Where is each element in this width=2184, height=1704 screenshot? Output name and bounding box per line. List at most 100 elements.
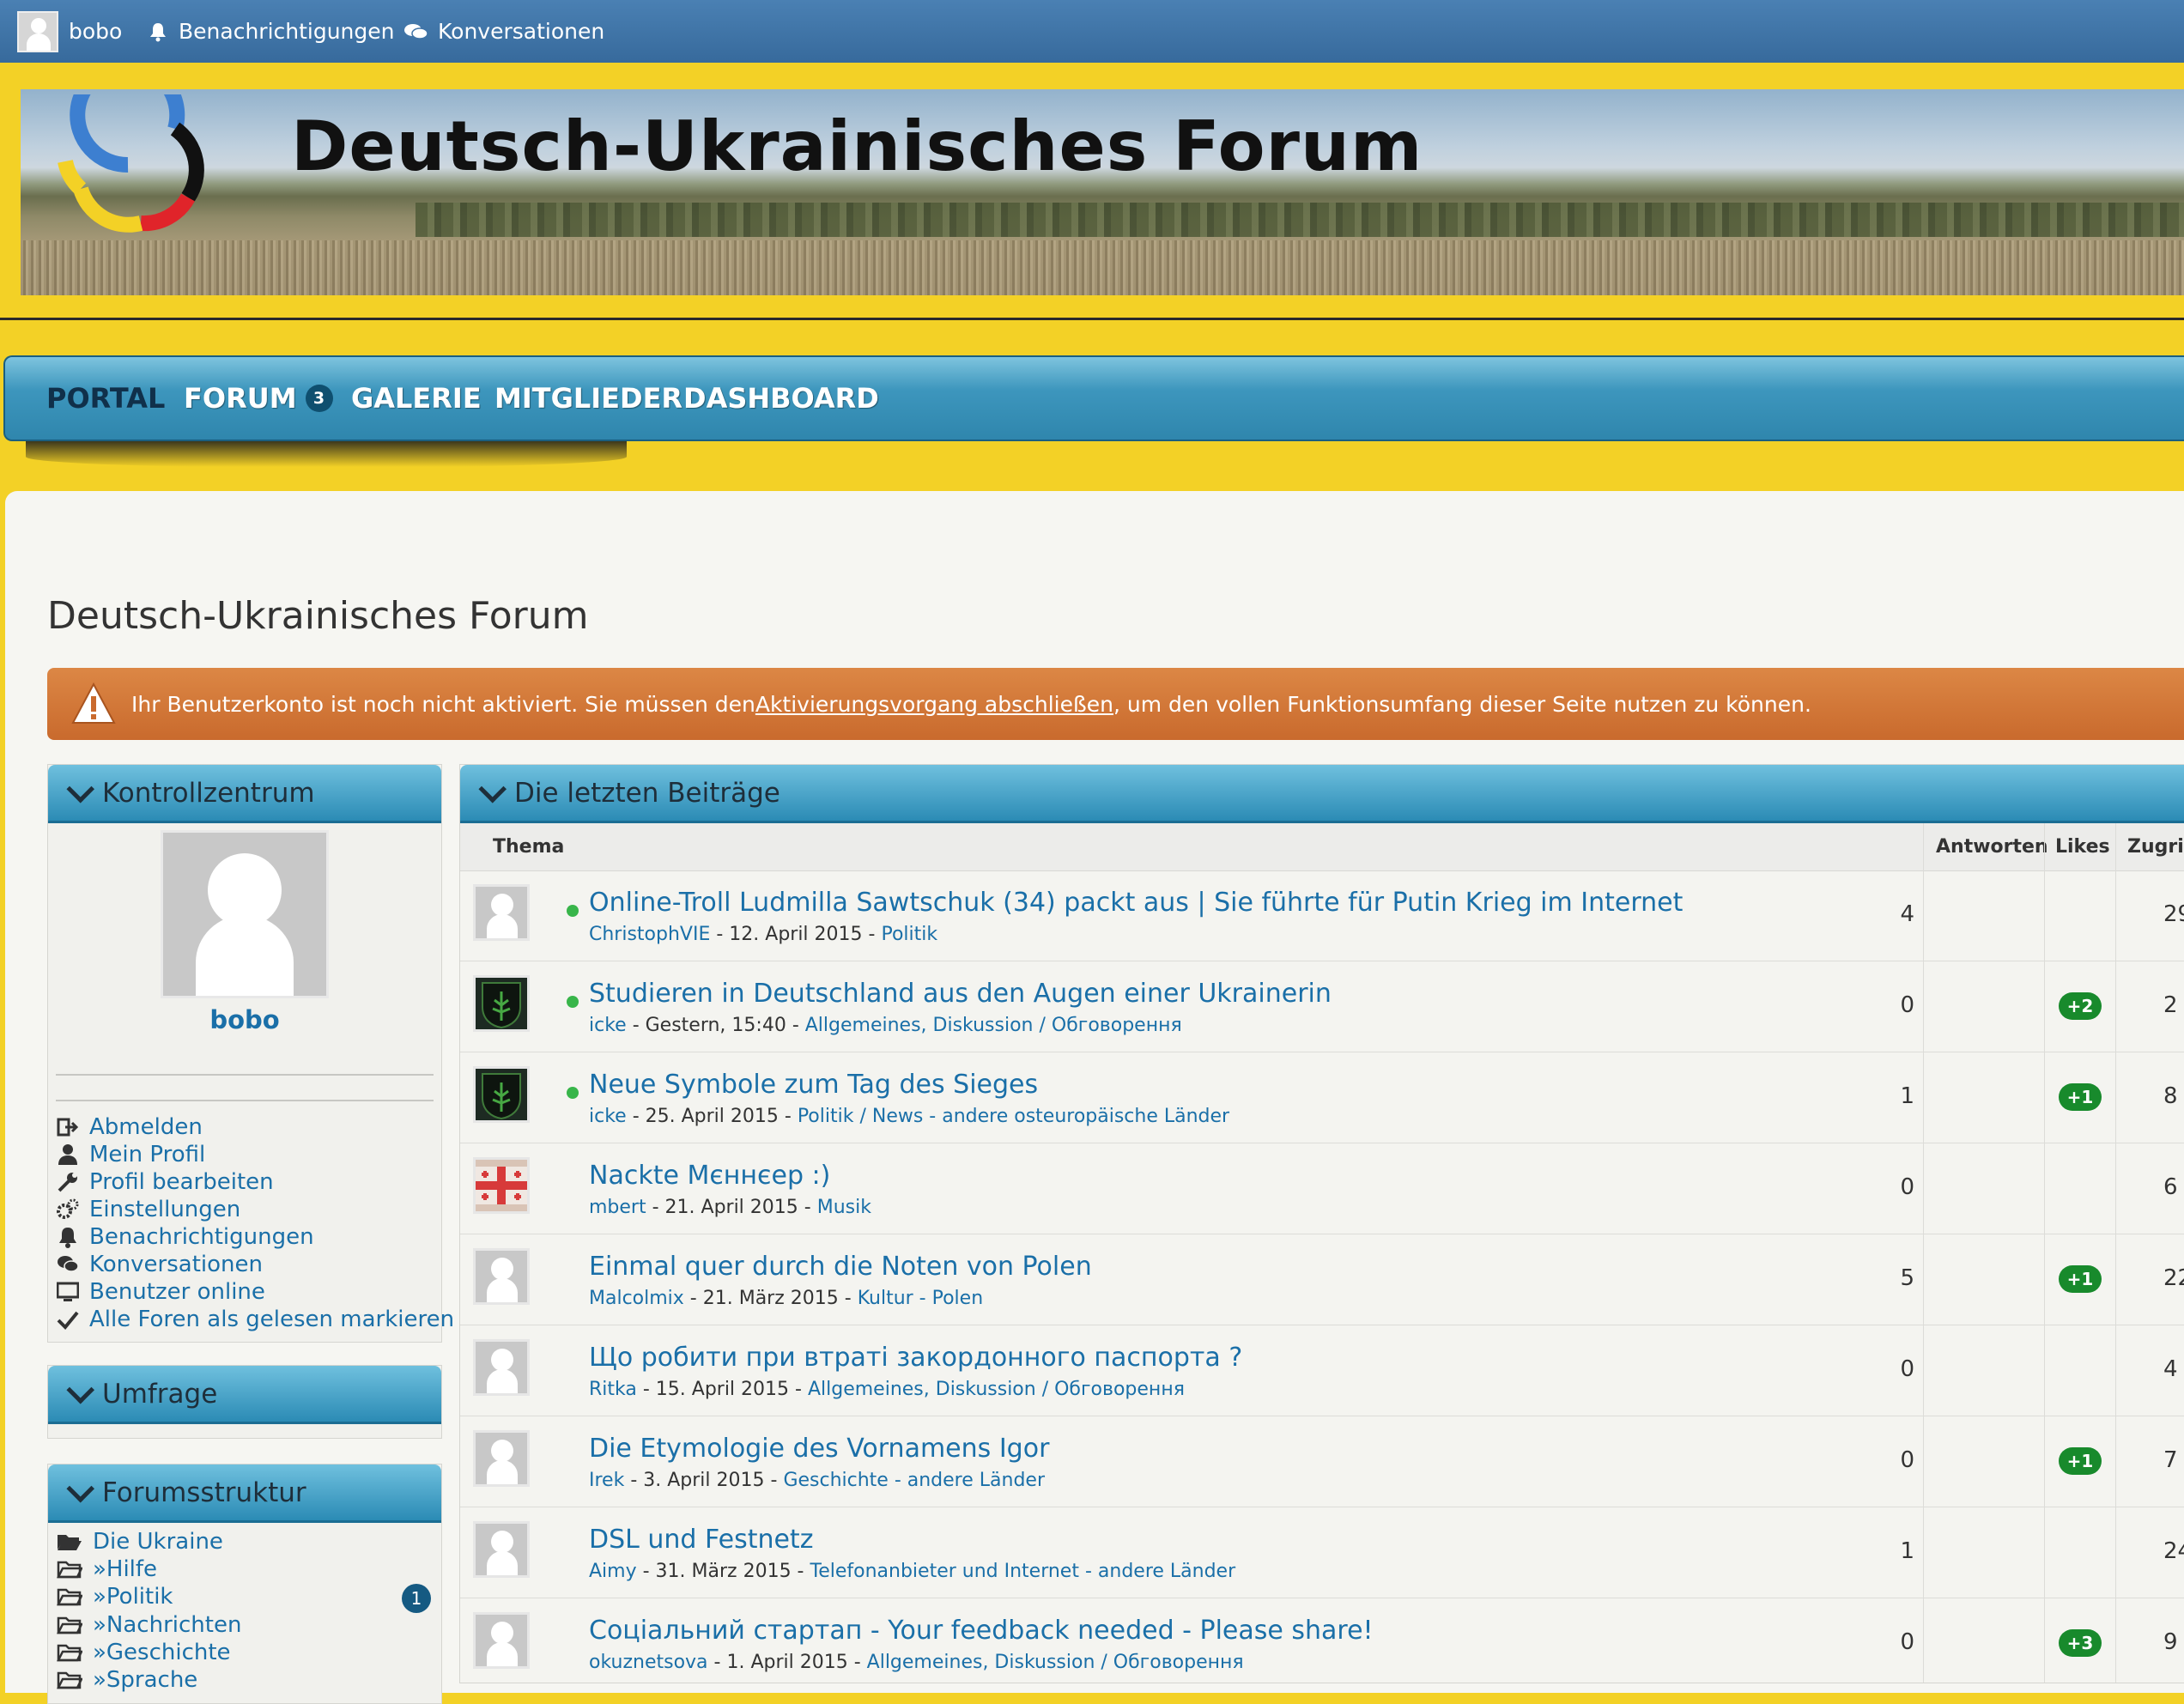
thread-title[interactable]: Studieren in Deutschland aus den Augen e…	[589, 979, 1332, 1009]
thread-meta: ChristophVIE - 12. April 2015 - Politik	[589, 924, 937, 945]
conversations-link[interactable]: Konversationen	[403, 0, 604, 63]
thread-author[interactable]: mbert	[589, 1197, 646, 1218]
menu-konversationen[interactable]: Konversationen	[57, 1251, 263, 1278]
column-likes[interactable]: Likes	[2055, 823, 2110, 870]
thread-category[interactable]: Musik	[817, 1197, 871, 1218]
thread-meta: okuznetsova - 1. April 2015 - Allgemeine…	[589, 1652, 1244, 1673]
user-menu[interactable]: bobo	[17, 0, 122, 63]
thread-category[interactable]: Politik	[881, 924, 937, 945]
banner-field	[21, 240, 2184, 295]
thread-title[interactable]: Neue Symbole zum Tag des Sieges	[589, 1070, 1038, 1100]
table-row[interactable]: Що робити при втраті закордонного паспор…	[460, 1325, 2184, 1416]
profile-username[interactable]: bobo	[48, 1005, 441, 1034]
menu-benutzer-online[interactable]: Benutzer online	[57, 1278, 265, 1306]
thread-author[interactable]: Aimy	[589, 1561, 637, 1582]
thread-author[interactable]: Malcolmix	[589, 1288, 684, 1309]
user-avatar	[17, 10, 58, 52]
folder-icon	[57, 1671, 82, 1689]
thread-title[interactable]: Online-Troll Ludmilla Sawtschuk (34) pac…	[589, 888, 1683, 918]
forum-politik[interactable]: »Politik	[57, 1583, 434, 1610]
column-replies[interactable]: Antworten	[1936, 823, 2048, 870]
thread-title[interactable]: Einmal quer durch die Noten von Polen	[589, 1252, 1092, 1282]
profile-avatar[interactable]	[161, 830, 329, 998]
thread-avatar[interactable]	[473, 1612, 530, 1669]
banner-treeline	[416, 203, 2184, 237]
notifications-link[interactable]: Benachrichtigungen	[148, 0, 395, 63]
thread-author[interactable]: Irek	[589, 1470, 624, 1491]
page-title: Deutsch-Ukrainisches Forum	[47, 594, 589, 638]
thread-category[interactable]: Kultur - Polen	[858, 1288, 983, 1309]
forum-structure-header[interactable]: Forumsstruktur	[48, 1464, 441, 1523]
thread-title[interactable]: Що робити при втраті закордонного паспор…	[589, 1343, 1242, 1373]
chevron-down-icon	[66, 1474, 95, 1503]
tab-dashboard[interactable]: DASHBOARD	[683, 357, 879, 440]
forum-hilfe[interactable]: »Hilfe	[57, 1555, 157, 1583]
menu-label: Abmelden	[89, 1114, 203, 1140]
view-count: 7	[2163, 1447, 2178, 1473]
folder-icon	[57, 1561, 82, 1579]
activation-link[interactable]: Aktivierungsvorgang abschließen	[755, 692, 1113, 717]
thread-avatar[interactable]	[473, 1248, 530, 1305]
table-row[interactable]: Neue Symbole zum Tag des Sieges icke - 25…	[460, 1052, 2184, 1143]
menu-abmelden[interactable]: Abmelden	[57, 1113, 203, 1141]
tab-portal[interactable]: PORTAL	[46, 357, 165, 440]
reply-count: 0	[1900, 1447, 1914, 1473]
tab-mitglieder[interactable]: MITGLIEDER	[494, 357, 682, 440]
banner[interactable]: Deutsch-Ukrainisches Forum	[21, 89, 2184, 295]
thread-avatar[interactable]	[473, 975, 530, 1032]
poll-header[interactable]: Umfrage	[48, 1366, 441, 1424]
user-bar: bobo Benachrichtigungen Konversationen	[0, 0, 2184, 63]
column-topic[interactable]: Thema	[493, 823, 564, 870]
reply-count: 0	[1900, 992, 1914, 1018]
new-post-indicator	[567, 996, 579, 1008]
menu-alle-gelesen[interactable]: Alle Foren als gelesen markieren	[57, 1306, 454, 1333]
thread-category[interactable]: Allgemeines, Diskussion / Обговорення	[805, 1015, 1182, 1036]
thread-avatar[interactable]	[473, 884, 530, 941]
table-row[interactable]: Соціальний стартап - Your feedback neede…	[460, 1598, 2184, 1683]
thread-category[interactable]: Geschichte - andere Länder	[783, 1470, 1045, 1491]
thread-title[interactable]: Die Etymologie des Vornamens Igor	[589, 1434, 1049, 1464]
tab-forum[interactable]: FORUM 3	[184, 357, 333, 440]
table-row[interactable]: Online-Troll Ludmilla Sawtschuk (34) pac…	[460, 870, 2184, 961]
thread-title[interactable]: DSL und Festnetz	[589, 1525, 813, 1555]
notice-text-after: , um den vollen Funktionsumfang dieser S…	[1113, 691, 1811, 717]
latest-posts-header[interactable]: Die letzten Beiträge	[460, 765, 2184, 823]
table-row[interactable]: Studieren in Deutschland aus den Augen e…	[460, 961, 2184, 1052]
thread-author[interactable]: icke	[589, 1106, 627, 1127]
thread-author[interactable]: Ritka	[589, 1379, 637, 1400]
table-row[interactable]: DSL und Festnetz Aimy - 31. März 2015 - T…	[460, 1507, 2184, 1598]
tab-galerie[interactable]: GALERIE	[351, 357, 482, 440]
warning-icon	[71, 682, 116, 724]
thread-avatar[interactable]	[473, 1339, 530, 1396]
control-panel-header[interactable]: Kontrollzentrum	[48, 765, 441, 823]
thread-avatar[interactable]	[473, 1066, 530, 1123]
thread-avatar[interactable]	[473, 1430, 530, 1487]
menu-mein-profil[interactable]: Mein Profil	[57, 1141, 205, 1168]
forum-geschichte[interactable]: »Geschichte	[57, 1639, 231, 1666]
thread-author[interactable]: okuznetsova	[589, 1652, 708, 1673]
menu-benachrichtigungen[interactable]: Benachrichtigungen	[57, 1223, 314, 1251]
thread-avatar[interactable]	[473, 1157, 530, 1214]
thread-title[interactable]: Соціальний стартап - Your feedback neede…	[589, 1616, 1374, 1646]
menu-label: Benachrichtigungen	[89, 1224, 314, 1250]
thread-category[interactable]: Politik / News - andere osteuropäische L…	[798, 1106, 1229, 1127]
menu-profil-bearbeiten[interactable]: Profil bearbeiten	[57, 1168, 274, 1196]
thread-title[interactable]: Nackte Мєннєер :)	[589, 1161, 830, 1191]
table-row[interactable]: Einmal quer durch die Noten von Polen Mal…	[460, 1234, 2184, 1325]
thread-author[interactable]: icke	[589, 1015, 627, 1036]
forum-label: »Politik	[93, 1584, 173, 1610]
forum-nachrichten[interactable]: »Nachrichten	[57, 1611, 241, 1639]
thread-avatar[interactable]	[473, 1521, 530, 1578]
thread-category[interactable]: Telefonanbieter und Internet - andere Lä…	[810, 1561, 1236, 1582]
forum-die-ukraine[interactable]: Die Ukraine	[57, 1528, 223, 1555]
table-row[interactable]: Die Etymologie des Vornamens Igor Irek - …	[460, 1416, 2184, 1507]
chevron-down-icon	[66, 1375, 95, 1404]
thread-author[interactable]: ChristophVIE	[589, 924, 710, 945]
forum-sprache[interactable]: »Sprache	[57, 1666, 197, 1694]
table-row[interactable]: Nackte Мєннєер :) mbert - 21. April 2015 …	[460, 1143, 2184, 1234]
column-views[interactable]: Zugriffe	[2127, 823, 2184, 870]
menu-einstellungen[interactable]: Einstellungen	[57, 1196, 240, 1223]
thread-category[interactable]: Allgemeines, Diskussion / Обговорення	[867, 1652, 1244, 1673]
thread-category[interactable]: Allgemeines, Diskussion / Обговорення	[808, 1379, 1185, 1400]
chevron-down-icon	[478, 774, 507, 803]
